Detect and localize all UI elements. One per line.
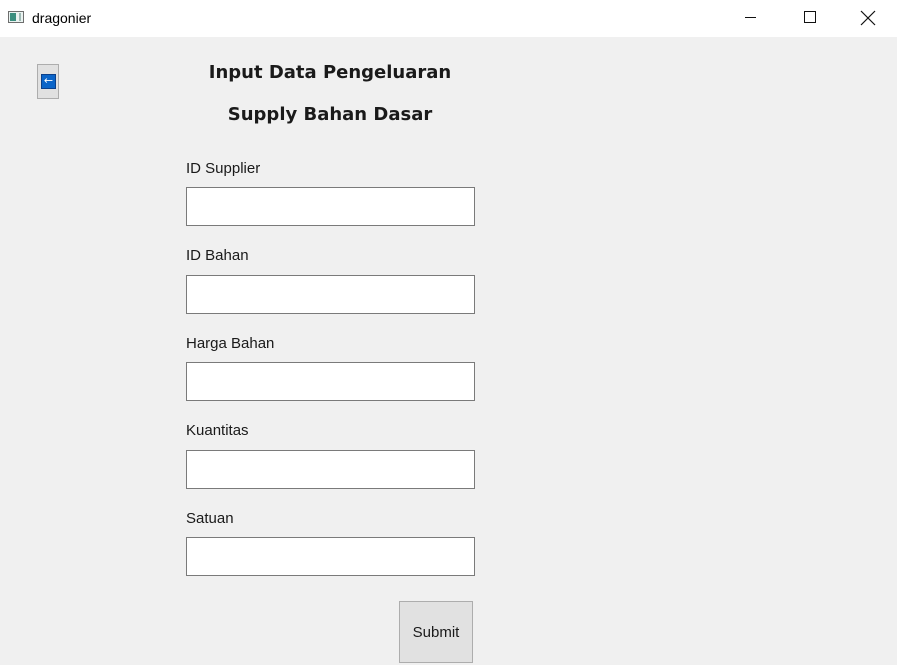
title-bar[interactable]: dragonier [0, 0, 897, 37]
id-supplier-input[interactable] [186, 187, 475, 226]
window-title: dragonier [32, 10, 92, 26]
minimize-icon [745, 17, 756, 18]
submit-button[interactable]: Submit [399, 601, 473, 663]
close-icon [860, 10, 876, 26]
id-bahan-input[interactable] [186, 275, 475, 314]
back-button[interactable]: ← [37, 64, 59, 99]
left-arrow-icon: ← [41, 74, 56, 89]
close-button[interactable] [839, 0, 897, 36]
minimize-button[interactable] [722, 0, 780, 36]
app-window: dragonier ← Input Data Pengeluaran Suppl… [0, 0, 897, 665]
maximize-icon [804, 11, 816, 23]
page-subtitle: Supply Bahan Dasar [227, 104, 433, 125]
satuan-input[interactable] [186, 537, 475, 576]
harga-bahan-input[interactable] [186, 362, 475, 401]
id-supplier-label: ID Supplier [186, 160, 261, 177]
kuantitas-label: Kuantitas [186, 422, 249, 439]
app-icon [8, 11, 24, 23]
id-bahan-label: ID Bahan [186, 247, 249, 264]
harga-bahan-label: Harga Bahan [186, 335, 275, 352]
page-title: Input Data Pengeluaran [208, 62, 452, 83]
satuan-label: Satuan [186, 510, 234, 527]
kuantitas-input[interactable] [186, 450, 475, 489]
maximize-button[interactable] [780, 0, 838, 36]
